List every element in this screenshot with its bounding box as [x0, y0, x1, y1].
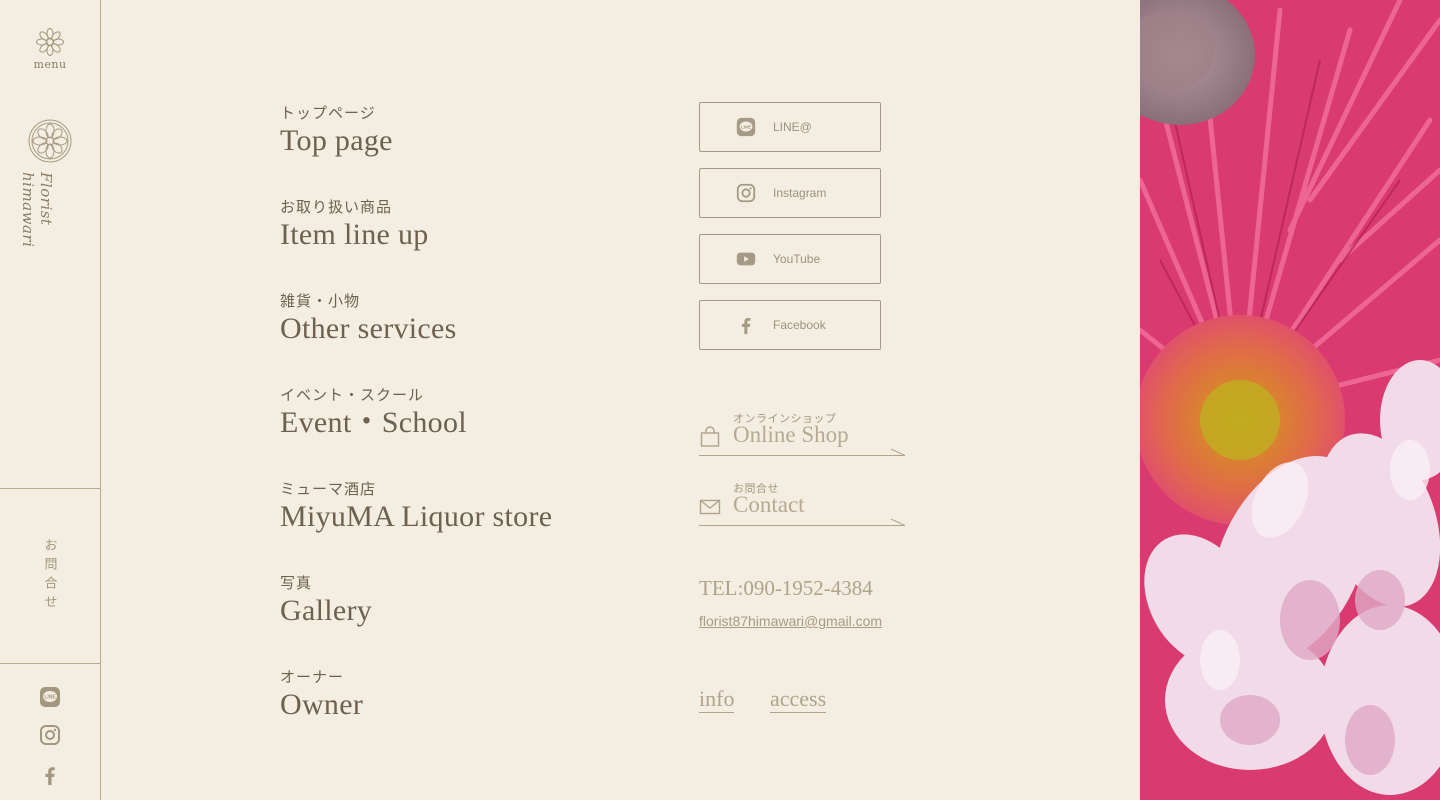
contact-label: Contact	[733, 492, 805, 517]
svg-text:LINE: LINE	[741, 124, 751, 129]
flower-photo	[1140, 0, 1440, 800]
facebook-button-label: Facebook	[773, 318, 826, 332]
nav-item-en: Top page	[280, 124, 393, 157]
facebook-button[interactable]: Facebook	[699, 300, 881, 350]
instagram-icon[interactable]	[38, 723, 62, 747]
main-nav: トップページ Top page お取り扱い商品 Item line up 雑貨・…	[280, 102, 660, 760]
nav-item-en: MiyuMA Liquor store	[280, 500, 553, 533]
nav-item-jp: オーナー	[280, 669, 345, 686]
line-icon: LINE	[736, 117, 756, 137]
access-link[interactable]: access	[770, 686, 827, 713]
sidebar-contact-label: お問合せ	[42, 538, 58, 614]
nav-item-jp: 写真	[280, 575, 313, 592]
svg-text:LINE: LINE	[44, 695, 56, 701]
instagram-icon	[736, 183, 756, 203]
nav-item-event-school[interactable]: イベント・スクール Event・School	[280, 384, 660, 478]
instagram-button[interactable]: Instagram	[699, 168, 881, 218]
nav-item-jp: イベント・スクール	[280, 387, 425, 404]
online-shop-label: Online Shop	[733, 422, 849, 447]
shopping-bag-icon	[700, 426, 720, 447]
arrow-line-icon	[699, 518, 905, 526]
flower-emblem-icon	[28, 119, 72, 163]
youtube-button[interactable]: YouTube	[699, 234, 881, 284]
nav-item-en: Owner	[280, 688, 364, 721]
phone-number: TEL:090-1952-4384	[699, 576, 873, 600]
sidebar-contact-link[interactable]: お問合せ	[0, 488, 100, 664]
nav-item-items[interactable]: お取り扱い商品 Item line up	[280, 196, 660, 290]
flower-menu-icon	[36, 28, 64, 56]
youtube-icon	[736, 252, 756, 266]
brand-logo[interactable]: Florist himawari	[19, 118, 73, 298]
menu-button[interactable]: menu	[0, 26, 100, 74]
contact-link[interactable]: お問合せ Contact	[699, 480, 905, 526]
nav-item-jp: お取り扱い商品	[280, 199, 393, 216]
logo-wordmark: Florist himawari	[19, 172, 55, 248]
info-link[interactable]: info	[699, 686, 735, 713]
nav-item-top[interactable]: トップページ Top page	[280, 102, 660, 196]
line-button[interactable]: LINE LINE@	[699, 102, 881, 152]
nav-item-en: Item line up	[280, 218, 429, 251]
facebook-icon[interactable]	[38, 763, 62, 787]
email-link[interactable]: florist87himawari@gmail.com	[699, 613, 882, 629]
nav-item-jp: ミューマ酒店	[280, 481, 377, 498]
menu-label: menu	[33, 58, 67, 71]
line-button-label: LINE@	[773, 120, 812, 134]
online-shop-link[interactable]: オンラインショップ Online Shop	[699, 410, 905, 456]
arrow-line-icon	[699, 448, 905, 456]
nav-item-jp: トップページ	[280, 105, 376, 122]
mail-icon	[699, 499, 721, 515]
nav-item-liquor-store[interactable]: ミューマ酒店 MiyuMA Liquor store	[280, 478, 660, 572]
nav-item-jp: 雑貨・小物	[280, 293, 361, 310]
nav-item-owner[interactable]: オーナー Owner	[280, 666, 660, 760]
line-icon[interactable]: LINE	[38, 685, 62, 709]
nav-item-other-services[interactable]: 雑貨・小物 Other services	[280, 290, 660, 384]
sidebar: menu Florist himawari お問合せ LINE	[0, 0, 101, 800]
nav-item-en: Gallery	[280, 594, 373, 627]
facebook-icon	[741, 317, 751, 335]
nav-item-gallery[interactable]: 写真 Gallery	[280, 572, 660, 666]
nav-item-en: Event・School	[280, 406, 467, 439]
instagram-button-label: Instagram	[773, 186, 827, 200]
nav-item-en: Other services	[280, 312, 457, 345]
youtube-button-label: YouTube	[773, 252, 821, 266]
